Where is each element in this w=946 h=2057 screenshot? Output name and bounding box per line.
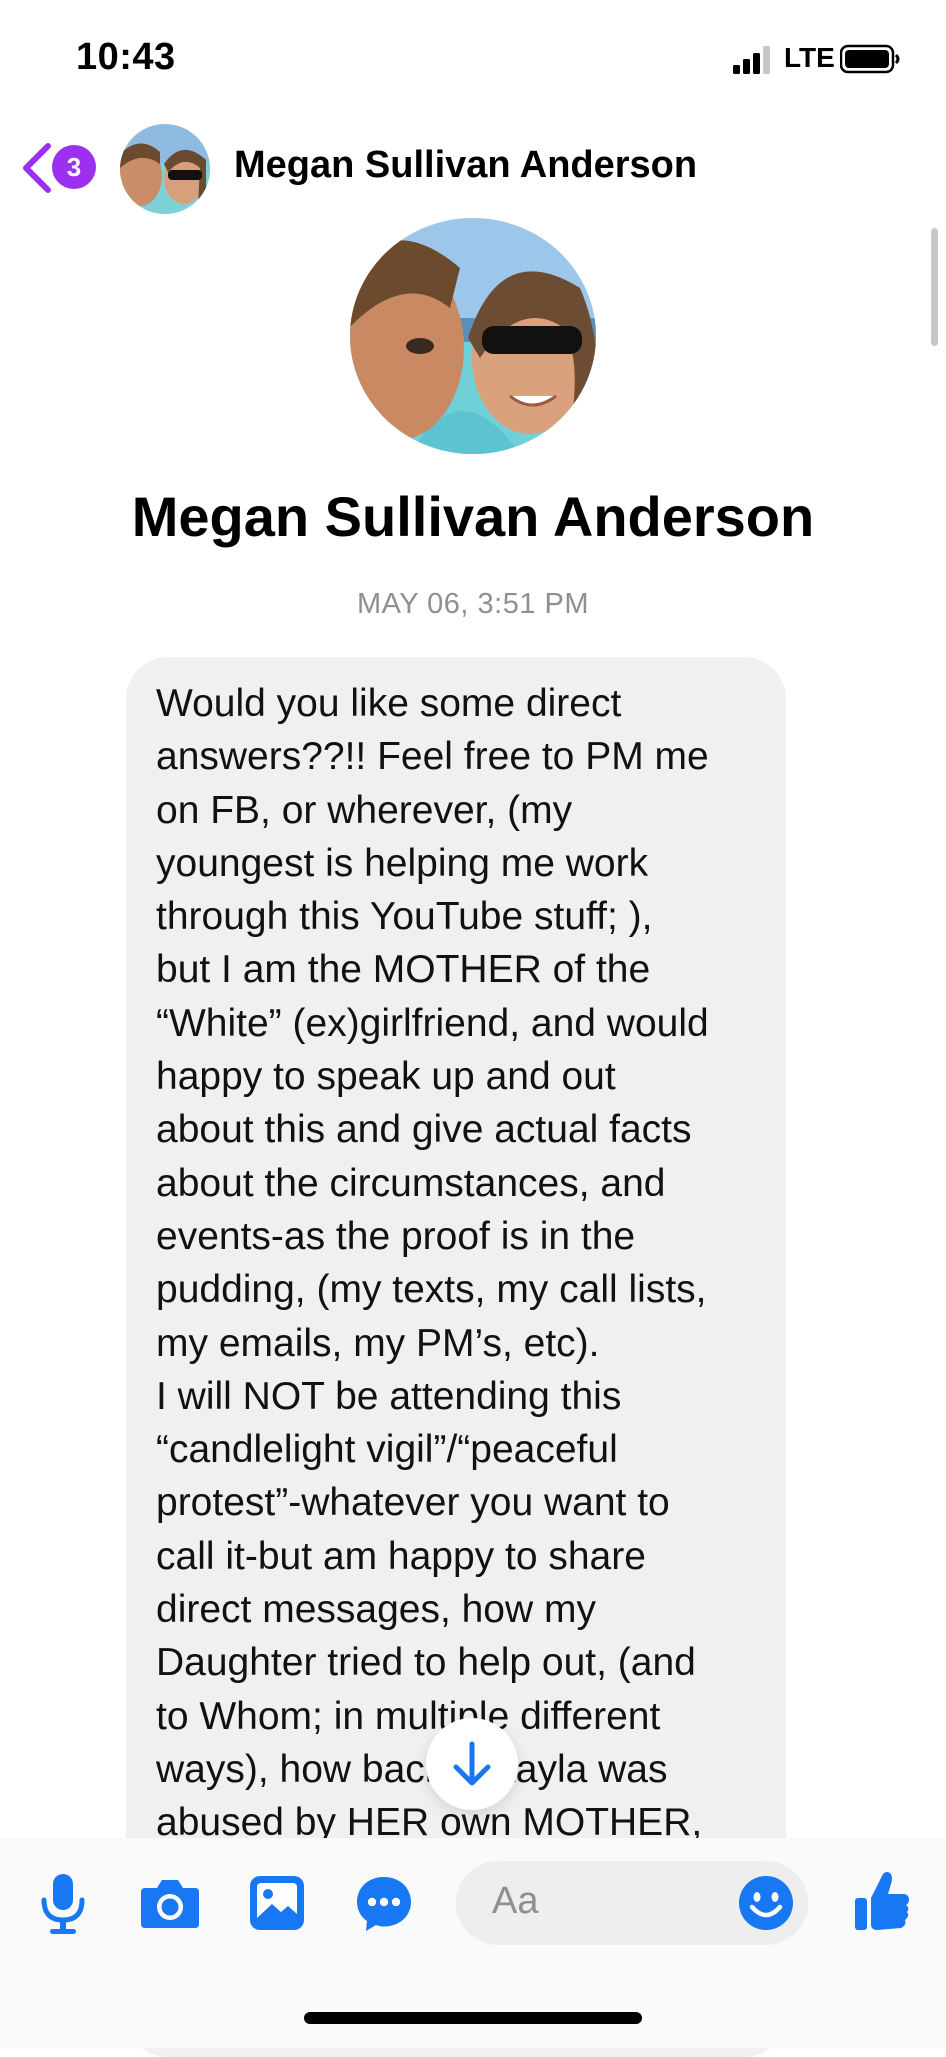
profile-photo xyxy=(350,218,596,454)
emoji-icon[interactable] xyxy=(738,1875,794,1931)
message-line: “candlelight vigil”/“peaceful xyxy=(156,1428,618,1472)
network-label: LTE xyxy=(784,42,835,73)
avatar-photo xyxy=(120,124,210,214)
arrow-down-icon xyxy=(453,1741,491,1786)
status-time: 10:43 xyxy=(76,36,176,78)
message-line: events-as the proof is in the xyxy=(156,1214,636,1258)
message-line: through this YouTube stuff; ), xyxy=(156,895,653,939)
profile-avatar[interactable] xyxy=(350,218,596,454)
home-indicator[interactable] xyxy=(304,2012,642,2024)
contact-name-header[interactable]: Megan Sullivan Anderson xyxy=(234,144,697,187)
message-line: pudding, (my texts, my call lists, xyxy=(156,1268,707,1312)
message-line: about the circumstances, and xyxy=(156,1161,666,1205)
message-line: answers??!! Feel free to PM me xyxy=(156,735,709,779)
scroll-to-bottom-button[interactable] xyxy=(426,1718,518,1810)
signal-icon xyxy=(733,46,770,74)
message-line: youngest is helping me work xyxy=(156,841,649,885)
microphone-icon[interactable] xyxy=(40,1872,86,1936)
message-line: I will NOT be attending this xyxy=(156,1374,622,1418)
message-input-placeholder: Aa xyxy=(492,1880,539,1922)
status-bar: 10:43 LTE xyxy=(0,0,946,120)
message-line: Daughter tried to help out, (and xyxy=(156,1641,696,1685)
message-line: my emails, my PM’s, etc). xyxy=(156,1321,600,1365)
thumbs-up-icon[interactable] xyxy=(853,1870,911,1932)
back-chevron-icon[interactable] xyxy=(18,142,54,194)
message-line: on FB, or wherever, (my xyxy=(156,788,573,832)
profile-name: Megan Sullivan Anderson xyxy=(131,485,815,548)
message-line: call it-but am happy to share xyxy=(156,1534,646,1578)
scrollbar[interactable] xyxy=(931,228,938,346)
camera-icon[interactable] xyxy=(139,1876,201,1930)
message-line: about this and give actual facts xyxy=(156,1108,692,1152)
message-line: happy to speak up and out xyxy=(156,1055,616,1099)
message-timestamp: MAY 06, 3:51 PM xyxy=(356,588,590,620)
chat-bubble-icon[interactable] xyxy=(354,1874,414,1934)
unread-badge[interactable]: 3 xyxy=(52,145,96,189)
message-line: direct messages, how my xyxy=(156,1588,596,1632)
message-line: Would you like some direct xyxy=(156,682,622,725)
message-line: protest”-whatever you want to xyxy=(156,1481,670,1525)
message-line: but I am the MOTHER of the xyxy=(156,948,651,992)
battery-icon xyxy=(840,44,900,74)
image-icon[interactable] xyxy=(248,1874,306,1932)
message-line: “White” (ex)girlfriend, and would xyxy=(156,1001,709,1045)
avatar[interactable] xyxy=(120,124,210,214)
